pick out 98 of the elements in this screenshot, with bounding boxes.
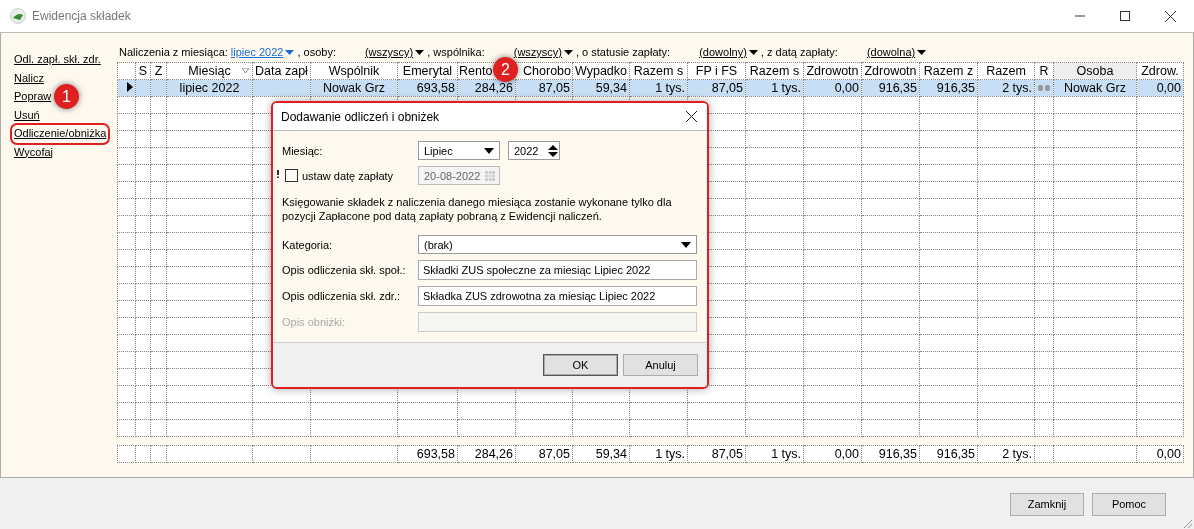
table-cell: 0,00 — [1156, 81, 1181, 95]
month-select[interactable]: Lipiec — [418, 141, 500, 160]
field-label: Opis odliczenia skł. zdr.: — [282, 290, 401, 302]
sidebar-link[interactable]: Popraw — [13, 89, 53, 105]
table-cell: 916,35 — [936, 81, 975, 95]
category-select[interactable]: (brak) — [418, 235, 697, 254]
filter-dropdown[interactable]: (wszyscy) — [513, 46, 573, 58]
filter-label: , wspólnika: — [427, 46, 485, 58]
table-cell: 87,05 — [538, 81, 570, 95]
table-cell: 0,00 — [834, 81, 859, 95]
column-header[interactable]: R — [1034, 62, 1054, 80]
column-header[interactable]: Z — [150, 62, 167, 80]
total-cell: 1 tys. — [655, 447, 685, 461]
table-cell: Nowak Grz — [323, 81, 385, 95]
filter-dropdown[interactable]: (dowolna) — [866, 46, 927, 58]
table-cell: 916,35 — [878, 81, 917, 95]
field-label: Miesiąc: — [282, 144, 324, 157]
close-icon[interactable] — [686, 111, 697, 122]
filter-label: Naliczenia z miesiąca: — [119, 46, 228, 58]
column-header[interactable]: Razem s — [629, 62, 688, 80]
info-text: Księgowanie składek z naliczenia danego miesiąca zostanie wykonane tylko dla pozycji Zapłacone pod datą zapłaty pobraną z Ewidencji naliczeń. — [282, 195, 673, 223]
column-header[interactable] — [117, 62, 136, 80]
total-cell: 284,26 — [474, 447, 513, 461]
filter-dropdown[interactable]: (wszyscy) — [364, 46, 425, 58]
sidebar-link[interactable]: Odliczenie/obniżka — [13, 126, 108, 142]
field-label: Opis obniżki: — [282, 316, 346, 328]
column-header[interactable]: Zdrowotn — [861, 62, 920, 80]
total-cell: 693,58 — [416, 447, 455, 461]
table-cell: 1 tys. — [771, 81, 801, 95]
filter-label: , osoby: — [297, 46, 336, 58]
sort-icon — [242, 68, 249, 73]
filter-dropdown[interactable]: (dowolny) — [699, 46, 758, 58]
table-row[interactable]: lipiec 2022 Nowak Grz 693,58 284,26 87,05 59,34 1 tys. 87,05 1 tys. 0,00 916,35 916,35 2 tys. Nowak Grz 0,00 — [117, 79, 1184, 97]
table-cell: 2 tys. — [1002, 81, 1032, 95]
total-cell: 59,34 — [595, 447, 627, 461]
total-cell: 0,00 — [1156, 447, 1181, 461]
column-header[interactable]: Zdrow. — [1136, 62, 1184, 80]
column-header[interactable]: Razem s — [745, 62, 804, 80]
row-pointer-icon — [127, 82, 133, 92]
filter-label: , o statusie zapłaty: — [576, 46, 671, 58]
resize-grip-icon[interactable] — [1182, 518, 1192, 528]
column-header[interactable]: Wspólnik — [310, 62, 398, 80]
caret-icon — [564, 49, 573, 55]
text-field[interactable]: Składka ZUS zdrowotna za miesiąc Lipiec 2022 — [418, 286, 697, 306]
text-field[interactable]: Składki ZUS społeczne za miesiąc Lipiec 2022 — [418, 260, 697, 280]
field-label: Opis odliczenia skł. społ.: — [282, 264, 407, 276]
table-cell: lipiec 2022 — [179, 81, 240, 95]
year-spinner[interactable]: 2022 — [508, 141, 560, 160]
column-header[interactable]: Zdrowotn — [803, 62, 862, 80]
spinner-arrows-icon — [547, 142, 559, 159]
caret-icon — [415, 49, 425, 55]
sidebar-link[interactable]: Odl. zapł. skł. zdr. — [13, 52, 102, 68]
checkbox-label: ustaw datę zapłaty — [302, 169, 394, 182]
app-logo-icon — [10, 8, 26, 24]
sidebar-link[interactable]: Usuń — [13, 107, 41, 123]
table-cell: Nowak Grz — [1064, 81, 1126, 95]
dialog-button[interactable]: Pomoc — [1092, 492, 1166, 516]
table-cell: 1 tys. — [655, 81, 685, 95]
dialog-title: Dodawanie odliczeń i obniżek — [281, 109, 440, 124]
total-cell: 2 tys. — [1002, 447, 1032, 461]
month-filter-link[interactable]: lipiec 2022 — [230, 46, 295, 58]
field-label: Kategoria: — [282, 238, 334, 251]
close-icon[interactable] — [1165, 10, 1176, 22]
total-cell: 87,05 — [538, 447, 570, 461]
table-cell: 87,05 — [711, 81, 743, 95]
caret-icon — [748, 49, 758, 55]
window-title: Ewidencja składek — [32, 9, 131, 23]
column-header[interactable]: Data zapł — [252, 62, 311, 80]
column-header[interactable]: Emerytal — [397, 62, 458, 80]
sidebar-link[interactable]: Wycofaj — [13, 144, 55, 160]
dialog-button[interactable]: OK — [543, 354, 618, 376]
caret-icon — [681, 241, 691, 248]
dialog-button[interactable]: Zamknij — [1010, 492, 1084, 516]
warning-icon — [275, 169, 281, 179]
column-header[interactable]: S — [135, 62, 151, 80]
column-header[interactable]: Osoba — [1053, 62, 1137, 80]
maximize-icon[interactable] — [1120, 11, 1130, 21]
caret-icon — [484, 147, 494, 154]
total-cell: 87,05 — [711, 447, 743, 461]
dialog-button[interactable]: Anuluj — [623, 354, 698, 376]
sidebar-link[interactable]: Nalicz — [13, 70, 45, 86]
table-cell: 284,26 — [474, 81, 513, 95]
total-cell: 916,35 — [878, 447, 917, 461]
filter-label: , z datą zapłaty: — [760, 46, 838, 58]
total-cell: 1 tys. — [771, 447, 801, 461]
caret-icon — [285, 49, 295, 55]
table-cell: 693,58 — [416, 81, 455, 95]
total-cell: 0,00 — [834, 447, 859, 461]
column-header[interactable]: FP i FS — [687, 62, 746, 80]
calendar-icon — [485, 170, 495, 181]
column-header[interactable]: Razem z — [919, 62, 978, 80]
column-header[interactable]: Razem — [977, 62, 1035, 80]
table-cell: 59,34 — [595, 81, 627, 95]
total-cell: 916,35 — [936, 447, 975, 461]
caret-icon — [917, 49, 927, 55]
column-header[interactable]: Miesiąc — [166, 62, 253, 80]
column-header[interactable]: Wypadko — [572, 62, 630, 80]
column-header[interactable]: Chorobo — [515, 62, 573, 80]
